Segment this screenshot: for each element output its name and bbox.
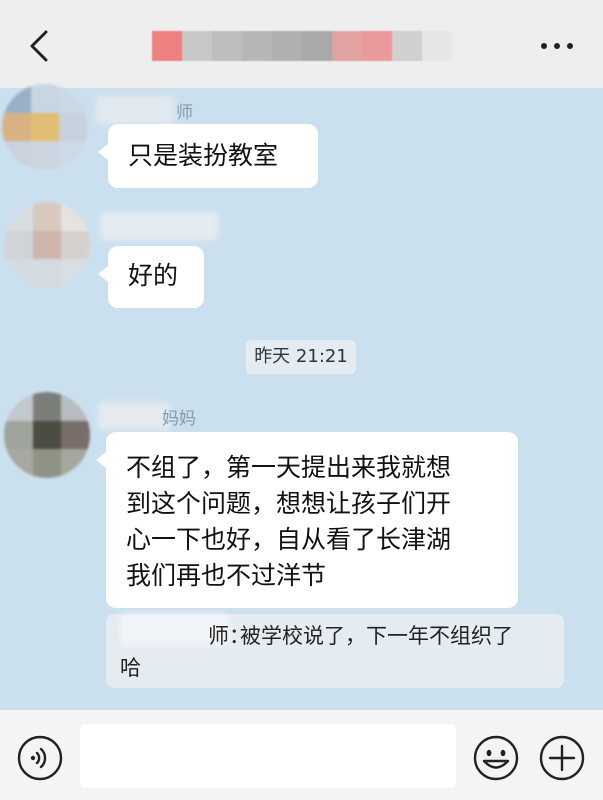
title-pixel bbox=[422, 31, 452, 61]
avatar-pixel bbox=[32, 449, 62, 478]
avatar-pixel bbox=[4, 259, 33, 288]
sender-name: 妈妈 bbox=[162, 409, 196, 429]
avatar[interactable] bbox=[4, 202, 90, 288]
chat-title-blurred bbox=[152, 31, 452, 61]
avatar-pixel bbox=[4, 202, 33, 231]
sender-name: 师 bbox=[176, 103, 193, 123]
timestamp: 昨天 21:21 bbox=[246, 340, 356, 374]
avatar-pixel bbox=[61, 230, 90, 260]
title-pixel bbox=[182, 31, 212, 61]
avatar-pixel bbox=[32, 420, 62, 450]
plus-circle-icon[interactable] bbox=[538, 734, 586, 782]
avatar-pixel bbox=[61, 202, 90, 231]
chat-header bbox=[0, 0, 603, 88]
title-pixel bbox=[302, 31, 332, 61]
voice-icon[interactable] bbox=[16, 734, 64, 782]
avatar-pixel bbox=[4, 420, 33, 450]
title-pixel bbox=[392, 31, 422, 61]
sender-name-blurred bbox=[100, 212, 218, 240]
input-bar bbox=[0, 710, 603, 800]
quoted-reply[interactable]: 师： 被学校说了，下一年不组织了 哈 bbox=[106, 614, 564, 688]
avatar-pixel bbox=[30, 141, 60, 170]
title-pixel bbox=[362, 31, 392, 61]
smiley-face-icon[interactable] bbox=[472, 734, 520, 782]
quote-text-continued: 哈 bbox=[120, 656, 141, 680]
avatar-pixel bbox=[59, 84, 88, 113]
avatar-pixel bbox=[32, 392, 62, 421]
message-bubble[interactable]: 好的 bbox=[98, 246, 204, 308]
avatar-pixel bbox=[2, 84, 31, 113]
message-line: 不组了，第一天提出来我就想 bbox=[126, 453, 452, 482]
title-pixel bbox=[242, 31, 272, 61]
avatar-pixel bbox=[30, 112, 60, 142]
sender-name-blurred bbox=[96, 96, 174, 124]
avatar-pixel bbox=[32, 230, 62, 260]
message-bubble[interactable]: 只是装扮教室 bbox=[98, 124, 318, 188]
message-input[interactable] bbox=[80, 724, 456, 788]
avatar[interactable] bbox=[4, 392, 90, 478]
avatar-pixel bbox=[4, 230, 33, 260]
avatar-pixel bbox=[30, 84, 60, 113]
message-line: 我们再也不过洋节 bbox=[126, 561, 327, 590]
avatar-pixel bbox=[59, 112, 88, 142]
avatar-pixel bbox=[32, 202, 62, 231]
chevron-left-icon[interactable] bbox=[24, 28, 52, 64]
avatar-pixel bbox=[2, 112, 31, 142]
avatar-pixel bbox=[61, 392, 90, 421]
avatar[interactable] bbox=[2, 84, 88, 170]
sender-name-blurred bbox=[98, 402, 170, 430]
avatar-pixel bbox=[59, 141, 88, 170]
message-bubble[interactable]: 不组了，第一天提出来我就想 到这个问题，想想让孩子们开 心一下也好，自从看了长津… bbox=[96, 432, 518, 608]
title-pixel bbox=[332, 31, 362, 61]
message-line: 心一下也好，自从看了长津湖 bbox=[126, 525, 452, 554]
title-pixel bbox=[152, 31, 182, 61]
chat-message-list[interactable]: 师 只是装扮教室 好的 昨天 21:21 妈妈 不组了，第一天提出来我就想 到这… bbox=[0, 84, 603, 710]
avatar-pixel bbox=[4, 449, 33, 478]
avatar-pixel bbox=[61, 259, 90, 288]
avatar-pixel bbox=[32, 259, 62, 288]
title-pixel bbox=[272, 31, 302, 61]
avatar-pixel bbox=[61, 420, 90, 450]
avatar-pixel bbox=[4, 392, 33, 421]
title-pixel bbox=[212, 31, 242, 61]
avatar-pixel bbox=[61, 449, 90, 478]
quote-text: 被学校说了，下一年不组织了 bbox=[240, 624, 513, 648]
more-horizontal-icon[interactable] bbox=[539, 38, 575, 54]
avatar-pixel bbox=[2, 141, 31, 170]
message-line: 到这个问题，想想让孩子们开 bbox=[126, 489, 452, 518]
